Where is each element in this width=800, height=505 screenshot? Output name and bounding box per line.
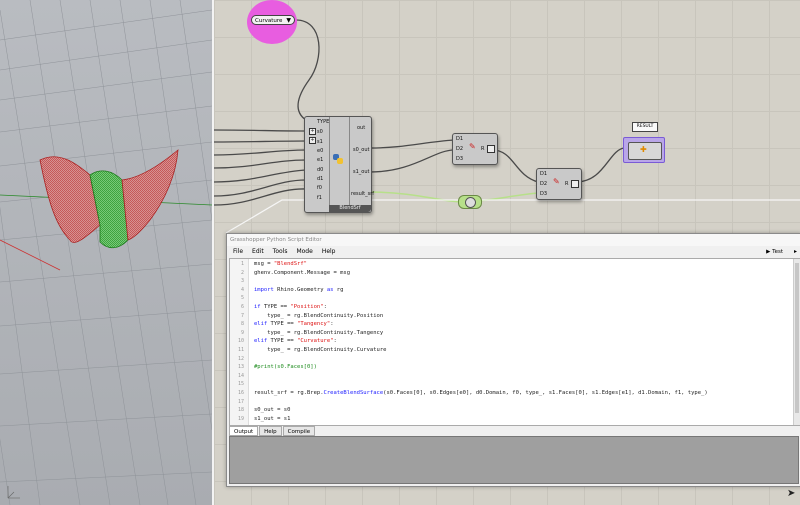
test-button[interactable]: ▶ Test xyxy=(766,246,783,258)
curvature-value-list[interactable]: Curvature ▼ xyxy=(251,15,295,25)
tab-help[interactable]: Help xyxy=(259,426,282,436)
python-logo-icon xyxy=(332,153,344,165)
tab-compile[interactable]: Compile xyxy=(282,426,316,436)
line-number: 18 xyxy=(237,407,244,414)
line-number: 14 xyxy=(237,372,244,379)
input-D3[interactable]: D3 xyxy=(456,156,463,162)
toggle-icon[interactable] xyxy=(571,180,579,188)
line-number: 7 xyxy=(240,312,244,319)
code-line[interactable]: if TYPE == "Position": xyxy=(254,304,327,310)
tab-output[interactable]: Output xyxy=(229,426,259,436)
menu-help[interactable]: Help xyxy=(322,246,336,258)
line-number: 10 xyxy=(237,338,244,345)
editor-title: Grasshopper Python Script Editor xyxy=(227,234,800,246)
input-D2[interactable]: D2 xyxy=(540,181,547,187)
play-icon: ▶ xyxy=(766,249,771,255)
input-D1[interactable]: D1 xyxy=(456,136,463,142)
line-number: 12 xyxy=(237,355,244,362)
viewport-grid xyxy=(0,0,212,505)
input-TYPE[interactable]: TYPE xyxy=(317,119,329,125)
code-line[interactable]: msg = "BlendSrf" xyxy=(254,261,307,267)
component-message: BlendSrf xyxy=(329,205,371,212)
code-line[interactable]: ghenv.Component.Message = msg xyxy=(254,270,350,276)
line-number: 5 xyxy=(240,295,244,302)
toggle-icon[interactable] xyxy=(487,145,495,153)
line-number: 11 xyxy=(237,347,244,353)
python-script-editor[interactable]: Grasshopper Python Script Editor File Ed… xyxy=(226,233,800,487)
output-s1-out[interactable]: s1_out xyxy=(353,169,369,175)
add-input-icon[interactable]: + xyxy=(309,137,316,144)
pin-icon: ✎ xyxy=(553,177,560,186)
result-body: ✚ xyxy=(628,142,662,160)
line-numbers: 1 2 3 4 5 6 7 8 9 10 11 12 13 14 15 16 17 18 19 xyxy=(230,259,249,425)
output-s0-out[interactable]: s0_out xyxy=(353,147,369,153)
line-number: 13 xyxy=(237,364,244,371)
line-number: 9 xyxy=(240,329,244,336)
input-D1[interactable]: D1 xyxy=(540,171,547,177)
surface-red xyxy=(39,156,101,243)
wire-curvature xyxy=(295,19,320,121)
input-f1[interactable]: f1 xyxy=(317,195,322,201)
output-panel xyxy=(229,436,799,484)
result-label: RESULT xyxy=(632,122,658,132)
input-d0[interactable]: d0 xyxy=(317,167,323,173)
code-line[interactable]: s1_out = s1 xyxy=(254,416,290,422)
line-number: 17 xyxy=(237,398,244,405)
rhino-viewport[interactable] xyxy=(0,0,212,505)
line-number: 15 xyxy=(237,381,244,388)
code-line[interactable]: type_ = rg.BlendContinuity.Tangency xyxy=(254,330,383,336)
menu-edit[interactable]: Edit xyxy=(252,246,264,258)
axis-gizmo-icon xyxy=(7,486,20,499)
output-R[interactable]: R xyxy=(481,146,484,152)
line-number: 1 xyxy=(240,261,244,267)
result-component[interactable]: ✚ xyxy=(623,137,665,163)
code-editor[interactable]: 1 2 3 4 5 6 7 8 9 10 11 12 13 14 15 16 17 18 19 msg = "Ble… xyxy=(229,258,800,426)
line-number: 19 xyxy=(237,415,244,422)
code-line[interactable]: result_srf = rg.Brep.CreateBlendSurface(… xyxy=(254,390,708,396)
line-number: 8 xyxy=(240,321,244,328)
line-number: 4 xyxy=(240,286,244,293)
relay-node[interactable] xyxy=(458,195,482,209)
code-scrollbar[interactable] xyxy=(793,259,800,425)
input-s0[interactable]: s0 xyxy=(317,129,323,135)
editor-menubar: File Edit Tools Mode Help ▶ Test ▸ xyxy=(227,246,800,258)
output-tabs: Output Help Compile xyxy=(229,426,316,436)
menu-mode[interactable]: Mode xyxy=(296,246,312,258)
output-R[interactable]: R xyxy=(565,181,568,187)
line-number: 3 xyxy=(240,278,244,285)
menu-file[interactable]: File xyxy=(233,246,243,258)
code-line[interactable]: type_ = rg.BlendContinuity.Curvature xyxy=(254,347,386,353)
relay-icon xyxy=(465,197,476,208)
output-out[interactable]: out xyxy=(357,125,365,131)
pin-icon: ✎ xyxy=(469,142,476,151)
more-icon[interactable]: ▸ xyxy=(794,246,797,258)
code-line[interactable]: elif TYPE == "Curvature": xyxy=(254,338,337,344)
code-line[interactable]: s0_out = s0 xyxy=(254,407,290,413)
python-component[interactable]: TYPE s0 s1 e0 e1 d0 d1 f0 f1 + + out s0_… xyxy=(304,116,374,213)
line-number: 16 xyxy=(237,390,244,396)
code-line[interactable]: elif TYPE == "Tangency": xyxy=(254,321,334,327)
line-number: 6 xyxy=(240,304,244,310)
merge-icon: ✚ xyxy=(640,145,647,154)
input-d1[interactable]: d1 xyxy=(317,176,323,182)
code-line[interactable]: #print(s0.Faces[0]) xyxy=(254,364,317,370)
cursor-icon: ➤ xyxy=(787,488,796,499)
input-e0[interactable]: e0 xyxy=(317,148,323,154)
input-D3[interactable]: D3 xyxy=(540,191,547,197)
surface-red-right xyxy=(121,149,179,241)
curvature-value: Curvature xyxy=(255,18,283,24)
dropdown-arrow-icon[interactable]: ▼ xyxy=(286,17,291,24)
input-f0[interactable]: f0 xyxy=(317,185,322,191)
input-s1[interactable]: s1 xyxy=(317,139,323,145)
output-result-srf[interactable]: result_srf xyxy=(351,191,374,197)
add-input-icon[interactable]: + xyxy=(309,128,316,135)
code-line[interactable]: import Rhino.Geometry as rg xyxy=(254,287,343,293)
preview-component-1[interactable]: D1 D2 D3 ✎ R xyxy=(452,133,498,165)
input-e1[interactable]: e1 xyxy=(317,157,323,163)
input-D2[interactable]: D2 xyxy=(456,146,463,152)
code-line[interactable]: type_ = rg.BlendContinuity.Position xyxy=(254,313,383,319)
preview-component-2[interactable]: D1 D2 D3 ✎ R xyxy=(536,168,582,200)
line-number: 2 xyxy=(240,269,244,276)
menu-tools[interactable]: Tools xyxy=(273,246,288,258)
